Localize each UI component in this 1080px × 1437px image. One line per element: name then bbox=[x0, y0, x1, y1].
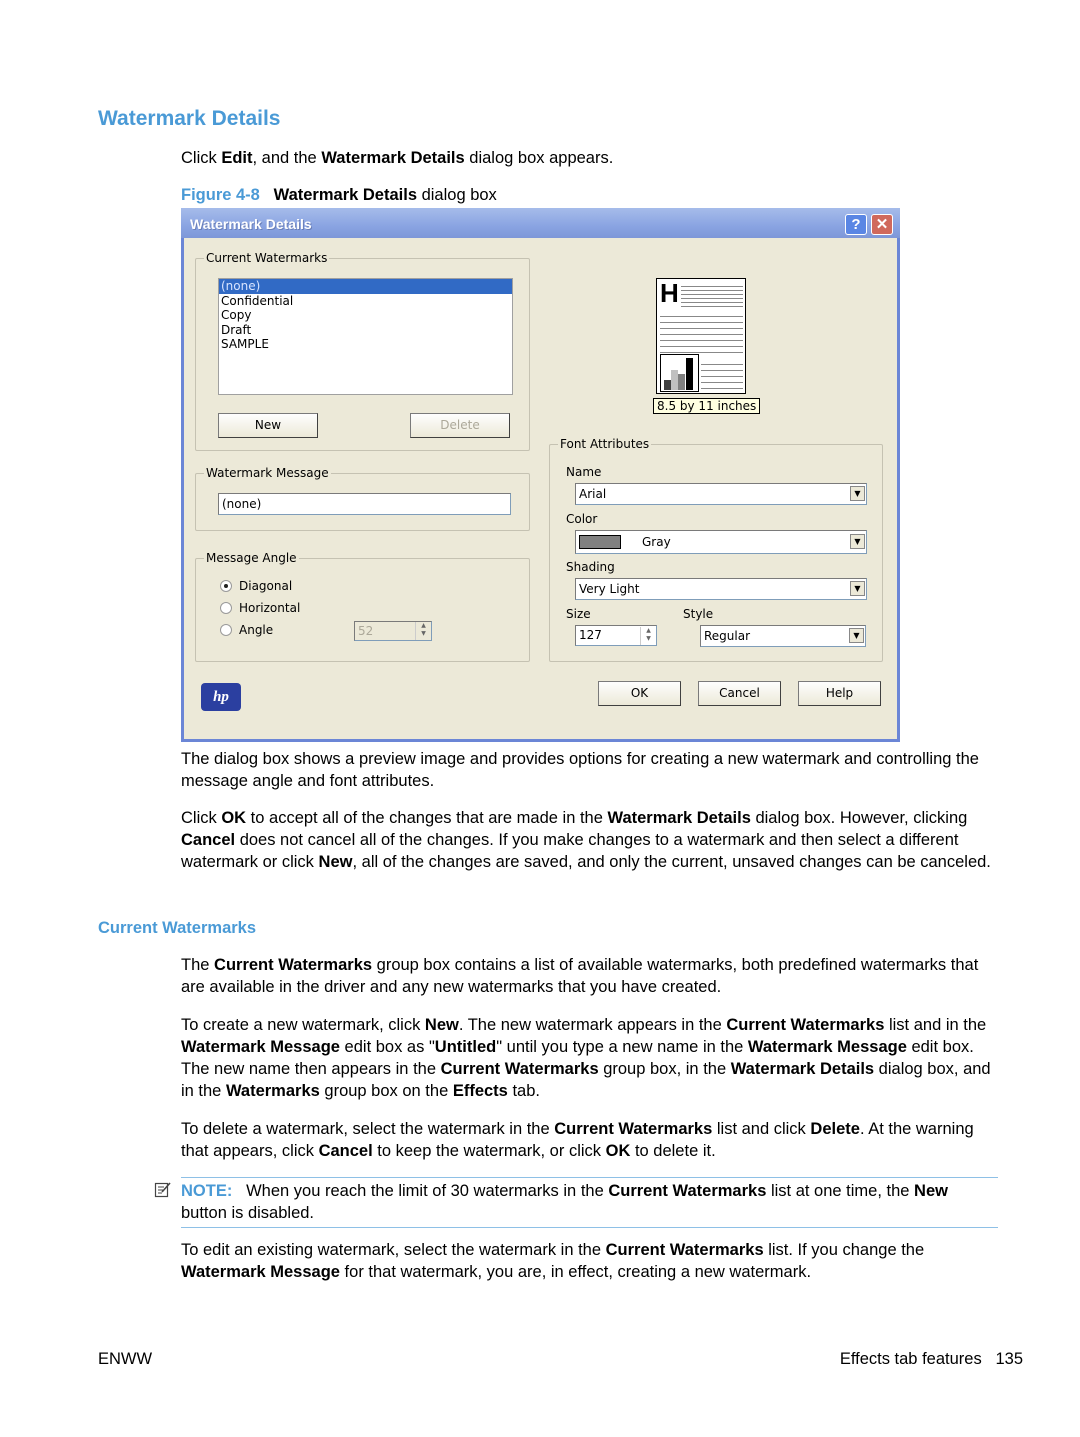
subsection-title: Current Watermarks bbox=[98, 919, 257, 937]
list-item[interactable]: Draft bbox=[219, 323, 512, 338]
angle-label: Angle bbox=[239, 623, 274, 637]
color-swatch bbox=[579, 535, 621, 549]
watermark-message-group: Watermark Message (none) bbox=[195, 466, 530, 531]
size-value: 127 bbox=[579, 628, 602, 642]
section-title: Watermark Details bbox=[98, 107, 281, 130]
size-spin-arrows-icon[interactable]: ▲ ▼ bbox=[640, 627, 656, 645]
font-attributes-group: Font Attributes Name Arial ▼ Color Gray ▼ … bbox=[549, 437, 883, 662]
delete-button[interactable]: Delete bbox=[410, 413, 510, 438]
paragraph-delete: To delete a watermark, select the waterm… bbox=[181, 1120, 974, 1160]
hp-logo: hp bbox=[201, 683, 241, 711]
list-item[interactable]: SAMPLE bbox=[219, 337, 512, 352]
preview-chart-icon bbox=[660, 354, 699, 392]
preview-lines bbox=[701, 359, 743, 389]
current-watermarks-label: Current Watermarks bbox=[204, 251, 330, 265]
style-label: Style bbox=[683, 607, 714, 621]
font-color-select[interactable]: Gray ▼ bbox=[575, 530, 867, 554]
watermark-message-label: Watermark Message bbox=[204, 466, 331, 480]
size-label: Size bbox=[566, 607, 591, 621]
angle-spinbox[interactable]: 52 ▲ ▼ bbox=[354, 621, 432, 641]
diagonal-label: Diagonal bbox=[239, 579, 293, 593]
font-name-value: Arial bbox=[579, 487, 607, 501]
list-item[interactable]: Confidential bbox=[219, 294, 512, 309]
font-name-select[interactable]: Arial ▼ bbox=[575, 483, 867, 505]
paragraph-preview: The dialog box shows a preview image and… bbox=[181, 750, 979, 790]
watermark-message-input[interactable]: (none) bbox=[218, 493, 511, 515]
color-label: Color bbox=[566, 512, 598, 526]
dialog-title: Watermark Details bbox=[190, 216, 312, 232]
help-button[interactable]: Help bbox=[798, 681, 881, 706]
paragraph-create: To create a new watermark, click New. Th… bbox=[181, 1016, 991, 1100]
new-button[interactable]: New bbox=[218, 413, 318, 438]
list-item[interactable]: (none) bbox=[219, 279, 512, 294]
ok-button[interactable]: OK bbox=[598, 681, 681, 706]
footer-left: ENWW bbox=[98, 1350, 153, 1368]
watermarks-list[interactable]: (none) Confidential Copy Draft SAMPLE bbox=[218, 278, 513, 395]
chevron-down-icon[interactable]: ▼ bbox=[850, 581, 865, 596]
font-color-value: Gray bbox=[642, 535, 671, 549]
message-angle-label: Message Angle bbox=[204, 551, 299, 565]
shading-select[interactable]: Very Light ▼ bbox=[575, 578, 867, 600]
angle-radio[interactable] bbox=[220, 624, 232, 636]
preview-lines bbox=[660, 311, 743, 355]
preview-lines bbox=[681, 283, 743, 307]
name-label: Name bbox=[566, 465, 602, 479]
chevron-down-icon[interactable]: ▼ bbox=[850, 486, 865, 501]
watermark-details-dialog: Watermark Details ? ✕ Current Watermarks… bbox=[181, 208, 900, 742]
footer-right: Effects tab features 135 bbox=[839, 1350, 1023, 1368]
message-angle-group: Message Angle Diagonal Horizontal Angle … bbox=[195, 551, 530, 662]
font-attributes-label: Font Attributes bbox=[558, 437, 652, 451]
help-icon[interactable]: ? bbox=[845, 214, 867, 235]
page-number: 135 bbox=[995, 1350, 1023, 1368]
size-spinbox[interactable]: 127 ▲ ▼ bbox=[575, 625, 657, 646]
note-icon bbox=[154, 1182, 171, 1198]
horizontal-label: Horizontal bbox=[239, 601, 301, 615]
angle-value: 52 bbox=[358, 624, 374, 638]
chevron-down-icon[interactable]: ▼ bbox=[850, 534, 865, 549]
close-icon[interactable]: ✕ bbox=[871, 214, 893, 235]
angle-spin-arrows-icon[interactable]: ▲ ▼ bbox=[415, 622, 431, 640]
diagonal-radio[interactable] bbox=[220, 580, 232, 592]
horizontal-radio[interactable] bbox=[220, 602, 232, 614]
shading-label: Shading bbox=[566, 560, 615, 574]
dialog-titlebar: Watermark Details ? ✕ bbox=[181, 208, 900, 238]
current-watermarks-group: Current Watermarks (none) Confidential C… bbox=[195, 251, 530, 451]
paragraph-edit: To edit an existing watermark, select th… bbox=[181, 1241, 925, 1281]
style-value: Regular bbox=[704, 629, 751, 643]
page-preview: H bbox=[656, 278, 746, 394]
paragraph-current-watermarks: The Current Watermarks group box contain… bbox=[181, 956, 979, 996]
style-select[interactable]: Regular ▼ bbox=[700, 625, 866, 647]
shading-value: Very Light bbox=[579, 582, 640, 596]
paragraph-ok-cancel: Click OK to accept all of the changes th… bbox=[181, 809, 991, 871]
note-box: NOTE: When you reach the limit of 30 wat… bbox=[181, 1177, 998, 1228]
paper-size-label: 8.5 by 11 inches bbox=[653, 398, 761, 414]
intro-paragraph: Click Edit, and the Watermark Details di… bbox=[181, 149, 614, 167]
preview-heading-glyph: H bbox=[660, 278, 679, 308]
figure-caption: Figure 4-8 Watermark Details dialog box bbox=[181, 186, 497, 204]
cancel-button[interactable]: Cancel bbox=[698, 681, 781, 706]
list-item[interactable]: Copy bbox=[219, 308, 512, 323]
chevron-down-icon[interactable]: ▼ bbox=[849, 628, 864, 643]
